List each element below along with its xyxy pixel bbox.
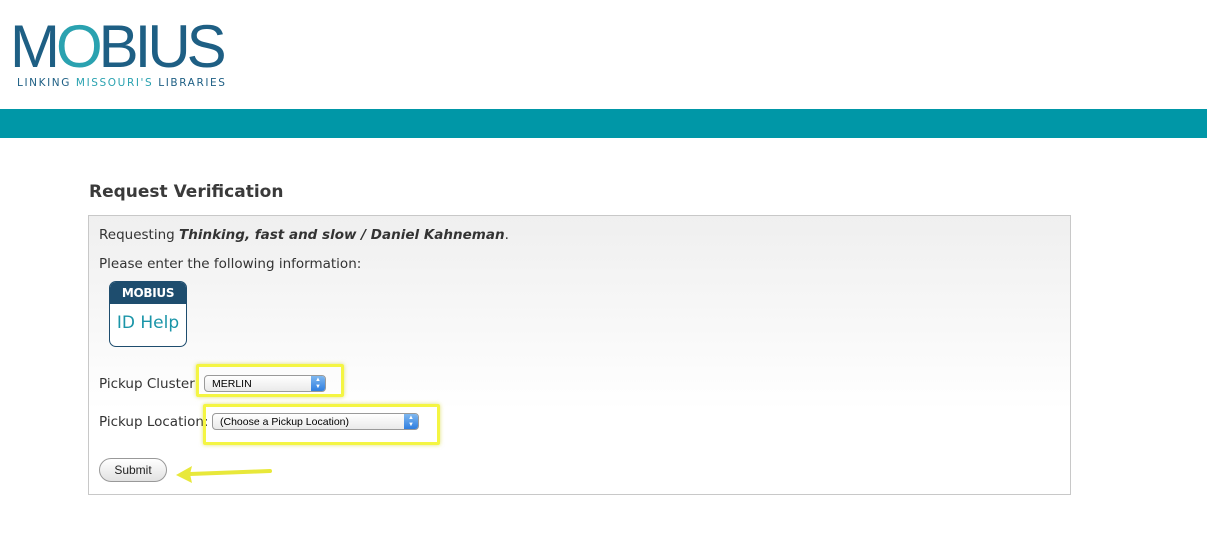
page-title: Request Verification — [89, 182, 284, 202]
up-down-arrows-icon: ▲ ▼ — [404, 414, 418, 429]
pickup-location-select[interactable]: (Choose a Pickup Location) ▲ ▼ — [212, 413, 419, 430]
request-panel: Requesting Thinking, fast and slow / Dan… — [88, 215, 1071, 495]
submit-button[interactable]: Submit — [99, 458, 167, 482]
up-down-arrows-icon: ▲ ▼ — [311, 376, 325, 391]
item-title: Thinking, fast and slow / Daniel Kahnema… — [179, 227, 505, 243]
id-help-label: ID Help — [116, 313, 180, 333]
logo-wordmark: MOBIUS — [10, 13, 227, 80]
yellow-arrow-icon — [176, 466, 272, 483]
requesting-line: Requesting Thinking, fast and slow / Dan… — [99, 227, 509, 243]
logo-tagline: LINKING MISSOURI'S LIBRARIES — [17, 77, 227, 89]
pickup-location-value: (Choose a Pickup Location) — [220, 416, 349, 428]
mobius-logo[interactable]: MOBIUS LINKING MISSOURI'S LIBRARIES — [10, 14, 255, 94]
pickup-location-label: Pickup Location: — [99, 414, 209, 430]
site-header: MOBIUS LINKING MISSOURI'S LIBRARIES — [0, 0, 1207, 109]
id-help-brand: MOBIUS — [110, 282, 186, 304]
id-help-button[interactable]: MOBIUS ID Help — [109, 281, 187, 347]
pickup-cluster-select[interactable]: MERLIN ▲ ▼ — [204, 375, 326, 392]
instructions-text: Please enter the following information: — [99, 256, 362, 272]
header-nav-bar — [0, 109, 1207, 138]
pickup-cluster-value: MERLIN — [212, 378, 252, 390]
pickup-cluster-label: Pickup Cluster: — [99, 376, 200, 392]
